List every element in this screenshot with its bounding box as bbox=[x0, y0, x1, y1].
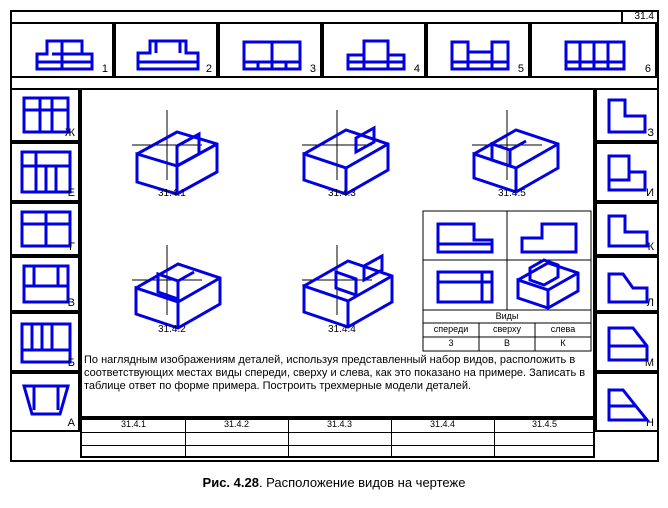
right-l4: Л bbox=[647, 297, 654, 309]
right-l5: М bbox=[645, 357, 654, 369]
views-ex-2: В bbox=[480, 338, 534, 348]
views-col-1: спереди bbox=[424, 324, 478, 334]
left-l5: Б bbox=[68, 357, 75, 369]
views-col-2: сверху bbox=[480, 324, 534, 334]
bottom-col-4: 31.4.4 bbox=[391, 419, 494, 429]
left-l6: А bbox=[68, 417, 75, 429]
bottom-col-1: 31.4.1 bbox=[82, 419, 185, 429]
bottom-col-5: 31.4.5 bbox=[494, 419, 595, 429]
top-num-4: 4 bbox=[414, 63, 420, 75]
bottom-col-2: 31.4.2 bbox=[185, 419, 288, 429]
top-num-2: 2 bbox=[206, 63, 212, 75]
left-l4: В bbox=[68, 297, 75, 309]
iso-label-3: 31.4.5 bbox=[498, 188, 526, 199]
views-col-3: слева bbox=[536, 324, 590, 334]
views-header: Виды bbox=[422, 311, 592, 321]
bottom-col-3: 31.4.3 bbox=[288, 419, 391, 429]
top-num-3: 3 bbox=[310, 63, 316, 75]
left-l2: Е bbox=[68, 187, 75, 199]
left-l3: Г bbox=[69, 241, 75, 253]
views-ex-3: К bbox=[536, 338, 590, 348]
figure-caption: Рис. 4.28. Расположение видов на чертеже bbox=[0, 475, 668, 490]
iso-label-2: 31.4.3 bbox=[328, 188, 356, 199]
right-l6: Н bbox=[646, 417, 654, 429]
top-num-5: 5 bbox=[518, 63, 524, 75]
iso-label-5: 31.4.4 bbox=[328, 324, 356, 335]
views-ex-1: 3 bbox=[424, 338, 478, 348]
iso-label-1: 31.4.1 bbox=[158, 188, 186, 199]
right-l3: К bbox=[648, 241, 654, 253]
iso-label-4: 31.4.2 bbox=[158, 324, 186, 335]
right-l1: З bbox=[647, 127, 654, 139]
instructions-text: По наглядным изображениям деталей, испол… bbox=[84, 354, 590, 416]
right-l2: И bbox=[646, 187, 654, 199]
top-num-1: 1 bbox=[102, 63, 108, 75]
top-num-6: 6 bbox=[645, 63, 651, 75]
figure-ref: 31.4 bbox=[635, 11, 654, 22]
left-l1: Ж bbox=[65, 127, 75, 139]
